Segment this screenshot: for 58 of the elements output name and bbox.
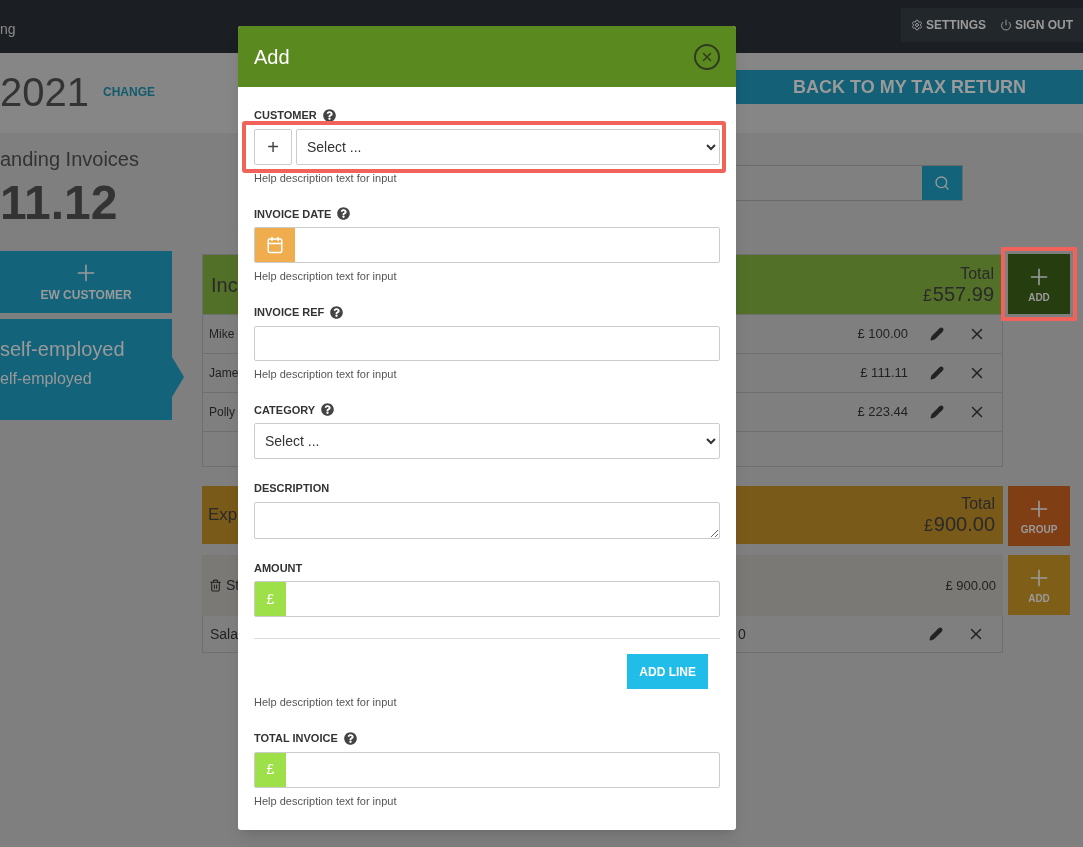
- field-label: CATEGORY: [254, 402, 316, 418]
- gear-icon: [910, 19, 923, 31]
- edit-icon[interactable]: [930, 327, 944, 341]
- change-link[interactable]: CHANGE: [103, 83, 155, 101]
- total-label: Total: [961, 494, 995, 514]
- amount-text: £ 111.11: [860, 364, 908, 383]
- input-field[interactable]: [254, 325, 720, 361]
- amount-field[interactable]: £: [254, 581, 720, 617]
- settings-link[interactable]: SETTINGS: [910, 16, 986, 34]
- help-icon[interactable]: [322, 108, 336, 122]
- help-icon[interactable]: [321, 403, 335, 417]
- total-label: Total: [960, 263, 994, 284]
- total-amount: £900.00: [923, 514, 995, 536]
- amount-text: 0: [738, 624, 747, 644]
- help-icon[interactable]: [337, 207, 351, 221]
- field-label: CUSTOMER: [254, 108, 317, 123]
- amount-text: £ 900.00: [945, 576, 996, 595]
- textarea-field[interactable]: [254, 501, 720, 539]
- close-button[interactable]: [694, 43, 720, 70]
- edit-icon[interactable]: [929, 627, 943, 641]
- amount-text: £ 100.00: [857, 325, 908, 344]
- help-text: Help description text for input: [254, 366, 398, 381]
- summary-label: anding Invoices: [0, 147, 140, 171]
- edit-icon[interactable]: [930, 405, 944, 419]
- tile-pointer: [172, 357, 184, 397]
- summary-amount: 11.12: [0, 175, 119, 231]
- add-button[interactable]: ADD: [1008, 555, 1070, 615]
- field-label: AMOUNT: [254, 560, 303, 576]
- calendar-icon: [266, 236, 284, 254]
- dialog-title: Add: [254, 44, 290, 70]
- help-text: Help description text for input: [254, 269, 398, 283]
- trash-icon[interactable]: [209, 579, 222, 592]
- currency-addon: £: [255, 582, 286, 616]
- brand-text: ng: [0, 20, 16, 39]
- add-customer-button[interactable]: +: [254, 128, 292, 165]
- select-field[interactable]: Select ...: [254, 423, 720, 459]
- back-button[interactable]: BACK TO MY TAX RETURN: [736, 70, 1083, 104]
- new-customer-button[interactable]: EW CUSTOMER: [0, 251, 172, 313]
- amount-text: £ 223.44: [857, 403, 908, 422]
- help-icon[interactable]: [330, 305, 344, 319]
- year-text: 2021: [0, 69, 89, 116]
- amount-field[interactable]: £: [254, 751, 720, 788]
- edit-icon[interactable]: [930, 366, 944, 380]
- field-label: TOTAL INVOICE: [254, 731, 338, 746]
- power-icon: [1000, 19, 1012, 31]
- currency-addon: £: [255, 752, 286, 787]
- help-text: Help description text for input: [254, 170, 398, 185]
- search-icon: [934, 175, 950, 191]
- select-field[interactable]: Select ...: [296, 128, 720, 165]
- sign-out-link[interactable]: SIGN OUT: [1000, 16, 1073, 34]
- help-icon[interactable]: [343, 731, 357, 745]
- help-text: Help description text for input: [254, 793, 398, 808]
- date-field[interactable]: [254, 227, 720, 263]
- add-line-button[interactable]: ADD LINE: [627, 654, 708, 689]
- field-label: INVOICE DATE: [254, 206, 332, 222]
- group-button[interactable]: GROUP: [1008, 486, 1070, 546]
- total-amount: £557.99: [922, 283, 994, 306]
- help-text: Help description text for input: [254, 695, 398, 709]
